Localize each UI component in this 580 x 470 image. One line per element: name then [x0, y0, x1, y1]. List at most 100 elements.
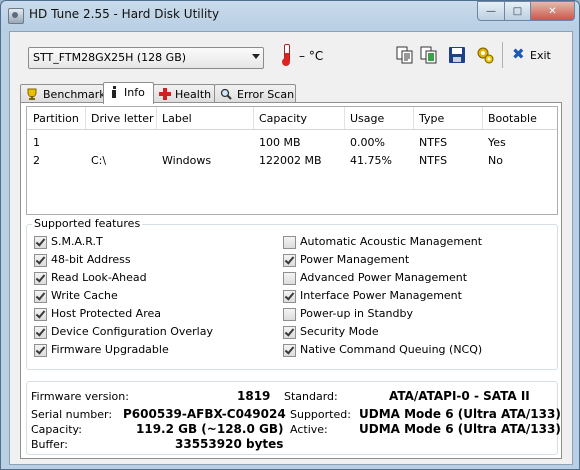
exit-label: Exit	[530, 49, 551, 62]
chevron-down-icon	[252, 54, 260, 59]
column-header-capacity[interactable]: Capacity	[253, 107, 345, 129]
feature-label: Native Command Queuing (NCQ)	[300, 343, 483, 356]
save-icon[interactable]	[448, 46, 466, 64]
caption-buttons: — □ ✕	[477, 1, 575, 21]
benchmark-icon	[27, 88, 37, 100]
cell-capacity: 100 MB	[259, 136, 301, 149]
maximize-button[interactable]: □	[505, 1, 531, 21]
feature-checkbox[interactable]	[283, 326, 296, 339]
partition-table[interactable]: Partition Drive letter Label Capacity Us…	[26, 106, 558, 215]
tab-info[interactable]: Info	[103, 82, 154, 104]
supported-mode-value: UDMA Mode 6 (Ultra ATA/133)	[359, 407, 561, 421]
tab-health[interactable]: Health	[153, 84, 215, 103]
minimize-icon: —	[486, 5, 496, 17]
feature-checkbox[interactable]	[283, 344, 296, 357]
feature-checkbox[interactable]	[34, 290, 47, 303]
feature-label: Write Cache	[51, 289, 118, 302]
drive-info-group: Firmware version: 1819 Serial number: P6…	[26, 381, 561, 455]
close-button[interactable]: ✕	[531, 1, 575, 21]
tab-benchmark[interactable]: Benchmark	[20, 84, 106, 103]
serial-number-label: Serial number:	[31, 408, 113, 421]
copy-screenshot-icon[interactable]	[420, 46, 438, 64]
column-header-label[interactable]: Label	[156, 107, 254, 129]
feature-label: Device Configuration Overlay	[51, 325, 213, 338]
table-row[interactable]: 1 100 MB 0.00% NTFS Yes	[27, 131, 557, 149]
column-header-usage[interactable]: Usage	[344, 107, 414, 129]
supported-mode-label: Supported:	[290, 408, 351, 421]
cell-bootable: Yes	[488, 136, 506, 149]
active-mode-label: Active:	[290, 423, 328, 436]
feature-label: Read Look-Ahead	[51, 271, 147, 284]
feature-checkbox[interactable]	[34, 308, 47, 321]
capacity-value: 119.2 GB (~128.0 GB)	[136, 422, 284, 436]
feature-label: Interface Power Management	[300, 289, 462, 302]
feature-checkbox[interactable]	[283, 308, 296, 321]
feature-checkbox[interactable]	[283, 290, 296, 303]
capacity-label: Capacity:	[31, 423, 82, 436]
tab-health-label: Health	[175, 88, 212, 101]
cell-partition: 2	[33, 154, 40, 167]
firmware-version-value: 1819	[237, 389, 271, 403]
cell-bootable: No	[488, 154, 503, 167]
feature-label: Advanced Power Management	[300, 271, 468, 284]
feature-checkbox[interactable]	[283, 236, 296, 249]
feature-label: Host Protected Area	[51, 307, 161, 320]
title-bar[interactable]: HD Tune 2.55 - Hard Disk Utility — □ ✕	[1, 1, 579, 29]
tab-info-label: Info	[124, 86, 145, 99]
supported-features-legend: Supported features	[32, 217, 143, 230]
firmware-version-label: Firmware version:	[31, 390, 129, 403]
copy-text-icon[interactable]	[396, 46, 414, 64]
feature-label: Firmware Upgradable	[51, 343, 169, 356]
buffer-label: Buffer:	[31, 438, 68, 451]
column-header-drive-letter[interactable]: Drive letter	[85, 107, 157, 129]
maximize-icon: □	[512, 5, 523, 17]
active-mode-value: UDMA Mode 6 (Ultra ATA/133)	[359, 422, 561, 436]
cell-partition: 1	[33, 136, 40, 149]
buffer-value: 33553920 bytes	[175, 437, 284, 451]
feature-checkbox[interactable]	[34, 236, 47, 249]
column-header-bootable[interactable]: Bootable	[482, 107, 557, 129]
feature-checkbox[interactable]	[34, 254, 47, 267]
exit-x-icon: ✖	[512, 45, 525, 63]
window-title: HD Tune 2.55 - Hard Disk Utility	[29, 7, 220, 21]
cell-usage: 0.00%	[350, 136, 385, 149]
supported-features-group: Supported features S.M.A.R.T 48-bit Addre…	[26, 217, 558, 370]
feature-label: 48-bit Address	[51, 253, 131, 266]
info-icon	[112, 86, 116, 98]
feature-label: S.M.A.R.T	[51, 235, 103, 248]
feature-label: Security Mode	[300, 325, 379, 338]
temperature-value: – °C	[299, 49, 324, 63]
hard-disk-app-icon	[8, 8, 24, 24]
standard-label: Standard:	[284, 390, 338, 403]
tab-benchmark-label: Benchmark	[43, 88, 106, 101]
cell-label: Windows	[162, 154, 212, 167]
minimize-button[interactable]: —	[477, 1, 505, 21]
drive-select-value: STT_FTM28GX25H (128 GB)	[33, 51, 187, 64]
options-icon[interactable]	[476, 46, 494, 64]
partition-table-header: Partition Drive letter Label Capacity Us…	[27, 107, 557, 130]
toolbar: STT_FTM28GX25H (128 GB) – °C ✖ Exit	[10, 32, 572, 82]
feature-checkbox[interactable]	[283, 272, 296, 285]
app-window: HD Tune 2.55 - Hard Disk Utility — □ ✕ S…	[0, 0, 580, 470]
tab-error-scan[interactable]: Error Scan	[214, 84, 296, 103]
close-icon: ✕	[548, 5, 557, 17]
feature-label: Power Management	[300, 253, 410, 266]
cell-type: NTFS	[419, 154, 448, 167]
feature-label: Automatic Acoustic Management	[300, 235, 483, 248]
column-header-type[interactable]: Type	[413, 107, 483, 129]
health-cross-icon	[159, 88, 171, 100]
client-area: STT_FTM28GX25H (128 GB) – °C ✖ Exit Benc…	[9, 31, 573, 465]
feature-checkbox[interactable]	[283, 254, 296, 267]
drive-select[interactable]: STT_FTM28GX25H (128 GB)	[28, 47, 264, 69]
table-row[interactable]: 2 C:\ Windows 122002 MB 41.75% NTFS No	[27, 149, 557, 167]
feature-checkbox[interactable]	[34, 344, 47, 357]
magnifier-icon	[220, 88, 232, 100]
cell-type: NTFS	[419, 136, 448, 149]
cell-usage: 41.75%	[350, 154, 392, 167]
feature-checkbox[interactable]	[34, 272, 47, 285]
column-header-partition[interactable]: Partition	[27, 107, 86, 129]
tab-strip: Benchmark Info Health Error Scan	[20, 82, 560, 104]
exit-button[interactable]: ✖ Exit	[512, 47, 552, 65]
feature-checkbox[interactable]	[34, 326, 47, 339]
tab-error-scan-label: Error Scan	[237, 88, 295, 101]
